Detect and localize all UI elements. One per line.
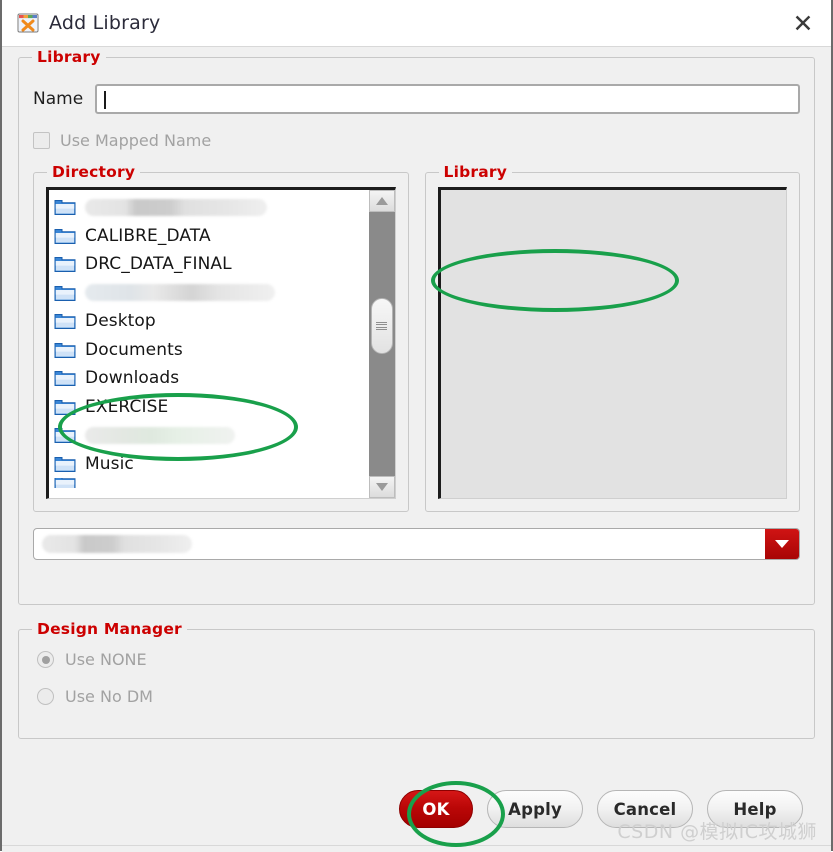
name-label: Name (33, 89, 84, 109)
folder-icon (54, 369, 76, 387)
folder-icon (54, 227, 76, 245)
directory-list-item[interactable] (54, 478, 368, 488)
redacted-directory-name (85, 198, 267, 216)
library-list-group-title: Library (438, 163, 513, 181)
add-library-dialog: Add Library ✕ Library Name Use Mapped Na… (0, 0, 833, 852)
use-mapped-name-row[interactable]: Use Mapped Name (33, 131, 800, 150)
folder-icon (54, 398, 76, 416)
directory-item-label: Documents (85, 339, 183, 360)
design-manager-group-title: Design Manager (32, 620, 187, 638)
directory-list-item[interactable]: Music (54, 450, 368, 479)
scrollbar-thumb[interactable] (370, 298, 393, 354)
folder-icon (54, 426, 76, 444)
help-button[interactable]: Help (707, 790, 803, 828)
directory-item-label: Desktop (85, 311, 156, 332)
redacted-directory-name (85, 426, 235, 444)
design-manager-radio-row[interactable]: Use NONE (37, 650, 800, 669)
folder-icon (54, 255, 76, 273)
scroll-down-arrow-icon[interactable] (368, 476, 395, 498)
directory-item-label: Downloads (85, 368, 180, 389)
title-bar: Add Library ✕ (2, 0, 831, 46)
app-window-x-icon (16, 11, 40, 35)
directory-list-frame: CALIBRE_DATA DRC_DATA_FINAL Desktop Documen… (46, 187, 396, 499)
directory-list[interactable]: CALIBRE_DATA DRC_DATA_FINAL Desktop Documen… (49, 190, 368, 498)
folder-icon (54, 478, 76, 488)
folder-icon (54, 284, 76, 302)
redacted-path-value (42, 535, 192, 553)
path-combo-value (34, 529, 765, 559)
directory-scrollbar[interactable] (367, 190, 395, 498)
window-title: Add Library (49, 12, 161, 34)
browser-panels: Directory CALIBRE_DATA DRC_DATA_FINAL Desk… (33, 163, 800, 512)
directory-list-item[interactable]: CALIBRE_DATA (54, 222, 368, 251)
folder-icon (54, 312, 76, 330)
library-list-group: Library (424, 163, 800, 512)
directory-group: Directory CALIBRE_DATA DRC_DATA_FINAL Desk… (33, 163, 409, 512)
redacted-directory-name (85, 284, 275, 302)
scroll-up-arrow-icon[interactable] (368, 190, 395, 212)
design-manager-group: Design Manager Use NONE Use No DM (18, 620, 815, 739)
library-name-row: Name (33, 84, 800, 114)
folder-icon (54, 198, 76, 216)
directory-item-label: CALIBRE_DATA (85, 225, 211, 246)
directory-list-item[interactable]: Desktop (54, 307, 368, 336)
design-manager-radio-row[interactable]: Use No DM (37, 687, 800, 706)
name-input-wrapper[interactable] (95, 84, 800, 114)
directory-group-title: Directory (47, 163, 141, 181)
cancel-button[interactable]: Cancel (597, 790, 693, 828)
close-glyph: ✕ (792, 8, 814, 38)
library-group: Library Name Use Mapped Name Directory C… (18, 48, 815, 605)
radio-button[interactable] (37, 688, 54, 705)
dialog-content: Library Name Use Mapped Name Directory C… (2, 47, 831, 852)
directory-item-label: Music (85, 453, 134, 474)
use-mapped-name-checkbox[interactable] (33, 132, 50, 149)
text-caret (104, 91, 107, 109)
name-input[interactable] (103, 86, 792, 112)
directory-list-item[interactable]: DRC_DATA_FINAL (54, 250, 368, 279)
design-manager-options: Use NONE Use No DM (37, 650, 800, 706)
path-combobox[interactable] (33, 528, 800, 560)
directory-list-item[interactable]: Documents (54, 336, 368, 365)
design-manager-radio-label: Use NONE (65, 650, 147, 669)
use-mapped-name-label: Use Mapped Name (60, 131, 212, 150)
apply-button[interactable]: Apply (487, 790, 583, 828)
path-combo-row (33, 528, 800, 560)
scrollbar-track[interactable] (368, 212, 395, 476)
ok-button[interactable]: OK (399, 790, 473, 828)
radio-button[interactable] (37, 651, 54, 668)
folder-icon (54, 341, 76, 359)
directory-list-item[interactable] (54, 279, 368, 308)
directory-list-item[interactable]: EXERCISE (54, 393, 368, 422)
directory-list-item[interactable] (54, 193, 368, 222)
dialog-buttons: OK Apply Cancel Help (2, 790, 831, 828)
library-list-frame[interactable] (437, 187, 787, 499)
directory-list-item[interactable]: Downloads (54, 364, 368, 393)
close-icon[interactable]: ✕ (785, 5, 821, 41)
chevron-down-icon[interactable] (765, 529, 799, 559)
design-manager-radio-label: Use No DM (65, 687, 153, 706)
directory-item-label: EXERCISE (85, 396, 169, 417)
directory-item-label: DRC_DATA_FINAL (85, 254, 232, 275)
folder-icon (54, 455, 76, 473)
library-group-title: Library (32, 48, 106, 66)
directory-list-item[interactable] (54, 421, 368, 450)
